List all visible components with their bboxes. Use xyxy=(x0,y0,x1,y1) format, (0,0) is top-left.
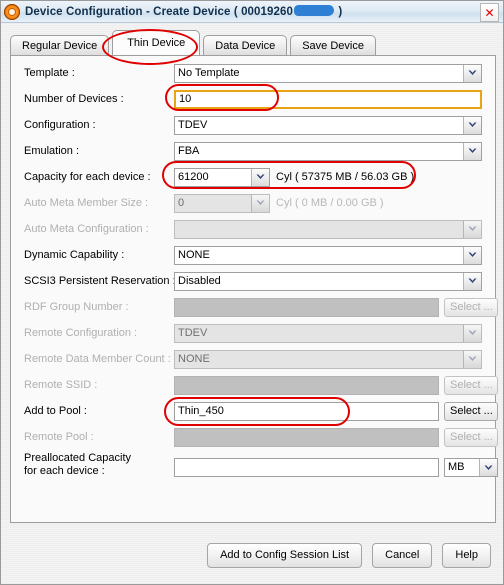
capacity-value: 61200 xyxy=(178,170,209,183)
row-rdf-group-number: RDF Group Number : Select ... xyxy=(11,294,498,320)
label-remote-data-member-count: Remote Data Member Count : xyxy=(24,353,171,365)
remote-configuration-combo: TDEV xyxy=(174,323,482,343)
chevron-down-icon xyxy=(463,350,481,368)
row-template: Template : No Template xyxy=(11,60,495,86)
capacity-unit-text: Cyl ( 57375 MB / 56.03 GB ) xyxy=(276,171,415,183)
row-capacity-each-device: Capacity for each device : 61200 Cyl ( 5… xyxy=(11,164,495,190)
chevron-down-icon[interactable] xyxy=(251,168,269,186)
title-bar: Device Configuration - Create Device ( 0… xyxy=(1,1,503,23)
row-auto-meta-member-size: Auto Meta Member Size : 0 Cyl ( 0 MB / 0… xyxy=(11,190,495,216)
label-template: Template : xyxy=(24,67,75,79)
label-auto-meta-member-size: Auto Meta Member Size : xyxy=(24,197,149,209)
remote-pool-input xyxy=(174,427,439,447)
tab-data-device[interactable]: Data Device xyxy=(203,35,288,55)
add-to-pool-select-button[interactable]: Select ... xyxy=(444,401,498,421)
capacity-combo[interactable]: 61200 xyxy=(174,167,270,187)
number-of-devices-input[interactable]: 10 xyxy=(174,89,482,109)
auto-meta-member-size-unit-text: Cyl ( 0 MB / 0.00 GB ) xyxy=(276,197,384,209)
tab-regular-device[interactable]: Regular Device xyxy=(10,35,110,55)
tab-strip: Regular Device Thin Device Data Device S… xyxy=(10,30,379,55)
auto-meta-configuration-combo xyxy=(174,219,482,239)
label-number-of-devices: Number of Devices : xyxy=(24,93,124,105)
template-combo[interactable]: No Template xyxy=(174,63,482,83)
label-scsi3-persistent-reservation: SCSI3 Persistent Reservation : xyxy=(24,275,176,287)
label-remote-ssid: Remote SSID : xyxy=(24,379,98,391)
emulation-value: FBA xyxy=(178,144,200,157)
row-remote-configuration: Remote Configuration : TDEV xyxy=(11,320,495,346)
window-title-suffix: ) xyxy=(335,6,343,18)
label-rdf-group-number: RDF Group Number : xyxy=(24,301,129,313)
redacted-serial xyxy=(294,5,335,16)
cancel-button[interactable]: Cancel xyxy=(372,542,433,568)
thin-device-form-panel: Template : No Template Number of Devices… xyxy=(10,55,498,523)
scsi3-persistent-reservation-value: Disabled xyxy=(178,274,221,287)
label-preallocated-capacity-line2: for each device : xyxy=(24,465,105,477)
window-title: Device Configuration - Create Device ( 0… xyxy=(25,5,342,18)
app-donut-icon xyxy=(4,3,20,20)
row-add-to-pool: Add to Pool : Thin_450 Select ... xyxy=(11,398,498,424)
row-remote-ssid: Remote SSID : Select ... xyxy=(11,372,498,398)
preallocated-capacity-input[interactable] xyxy=(174,458,439,477)
tab-save-device[interactable]: Save Device xyxy=(290,35,376,55)
label-capacity-each-device: Capacity for each device : xyxy=(24,171,151,183)
chevron-down-icon xyxy=(463,324,481,342)
remote-ssid-input xyxy=(174,375,439,395)
preallocated-capacity-unit-value: MB xyxy=(448,461,465,473)
label-preallocated-capacity-line1: Preallocated Capacity xyxy=(24,452,132,464)
row-number-of-devices: Number of Devices : 10 xyxy=(11,86,495,112)
auto-meta-member-size-combo: 0 xyxy=(174,193,270,213)
row-remote-data-member-count: Remote Data Member Count : NONE xyxy=(11,346,495,372)
preallocated-capacity-unit-combo[interactable]: MB xyxy=(444,458,498,477)
label-auto-meta-configuration: Auto Meta Configuration : xyxy=(24,223,149,235)
chevron-down-icon xyxy=(251,194,269,212)
row-emulation: Emulation : FBA xyxy=(11,138,495,164)
label-configuration: Configuration : xyxy=(24,119,96,131)
label-dynamic-capability: Dynamic Capability : xyxy=(24,249,125,261)
label-remote-configuration: Remote Configuration : xyxy=(24,327,138,339)
dynamic-capability-value: NONE xyxy=(178,248,210,261)
add-to-pool-input[interactable]: Thin_450 xyxy=(174,401,439,421)
chevron-down-icon[interactable] xyxy=(463,142,481,160)
label-preallocated-capacity: Preallocated Capacity for each device : xyxy=(24,452,131,478)
label-add-to-pool: Add to Pool : xyxy=(24,405,87,417)
configuration-value: TDEV xyxy=(178,118,208,131)
dynamic-capability-combo[interactable]: NONE xyxy=(174,245,482,265)
row-remote-pool: Remote Pool : Select ... xyxy=(11,424,498,450)
add-to-config-session-list-button[interactable]: Add to Config Session List xyxy=(207,542,363,568)
chevron-down-icon[interactable] xyxy=(479,459,497,476)
remote-data-member-count-combo: NONE xyxy=(174,349,482,369)
chevron-down-icon xyxy=(463,220,481,238)
template-value: No Template xyxy=(178,66,240,79)
chevron-down-icon[interactable] xyxy=(463,272,481,290)
row-configuration: Configuration : TDEV xyxy=(11,112,495,138)
close-icon[interactable]: ✕ xyxy=(480,3,499,22)
configuration-combo[interactable]: TDEV xyxy=(174,115,482,135)
row-dynamic-capability: Dynamic Capability : NONE xyxy=(11,242,495,268)
rdf-group-number-input xyxy=(174,297,439,317)
row-auto-meta-configuration: Auto Meta Configuration : xyxy=(11,216,495,242)
label-emulation: Emulation : xyxy=(24,145,80,157)
help-button[interactable]: Help xyxy=(442,542,491,568)
chevron-down-icon[interactable] xyxy=(463,246,481,264)
scsi3-persistent-reservation-combo[interactable]: Disabled xyxy=(174,271,482,291)
chevron-down-icon[interactable] xyxy=(463,64,481,82)
dialog-footer: Add to Config Session List Cancel Help xyxy=(1,526,503,584)
window-title-prefix: Device Configuration - Create Device ( 0… xyxy=(25,6,294,18)
row-preallocated-capacity: Preallocated Capacity for each device : … xyxy=(11,450,498,484)
rdf-group-number-select-button: Select ... xyxy=(444,297,498,317)
remote-pool-select-button: Select ... xyxy=(444,427,498,447)
label-remote-pool: Remote Pool : xyxy=(24,431,94,443)
tab-thin-device[interactable]: Thin Device xyxy=(112,30,201,55)
chevron-down-icon[interactable] xyxy=(463,116,481,134)
emulation-combo[interactable]: FBA xyxy=(174,141,482,161)
remote-ssid-select-button: Select ... xyxy=(444,375,498,395)
remote-configuration-value: TDEV xyxy=(178,326,208,339)
row-scsi3-persistent-reservation: SCSI3 Persistent Reservation : Disabled xyxy=(11,268,495,294)
auto-meta-member-size-value: 0 xyxy=(178,196,185,209)
device-configuration-dialog: Device Configuration - Create Device ( 0… xyxy=(0,0,504,585)
auto-meta-configuration-value xyxy=(175,221,463,238)
remote-data-member-count-value: NONE xyxy=(178,352,210,365)
